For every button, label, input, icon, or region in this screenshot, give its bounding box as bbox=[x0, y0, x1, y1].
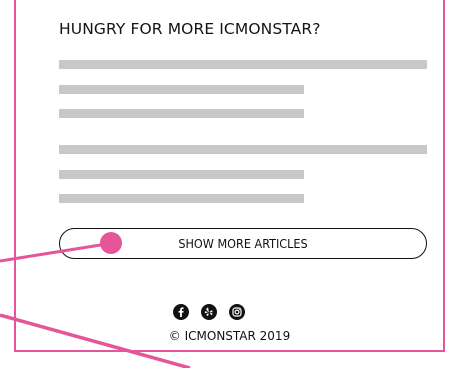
section-heading: HUNGRY FOR MORE ICMONSTAR? bbox=[59, 20, 321, 38]
facebook-icon[interactable] bbox=[173, 304, 189, 320]
placeholder-line bbox=[59, 60, 427, 69]
placeholder-line bbox=[59, 194, 304, 203]
copyright-text: © ICMONSTAR 2019 bbox=[168, 329, 291, 343]
instagram-icon[interactable] bbox=[229, 304, 245, 320]
placeholder-line bbox=[59, 85, 304, 94]
social-links bbox=[173, 304, 245, 320]
placeholder-line bbox=[59, 170, 304, 179]
placeholder-line bbox=[59, 145, 427, 154]
show-more-articles-button[interactable]: SHOW MORE ARTICLES bbox=[59, 228, 427, 259]
placeholder-line bbox=[59, 109, 304, 118]
yelp-icon[interactable] bbox=[201, 304, 217, 320]
